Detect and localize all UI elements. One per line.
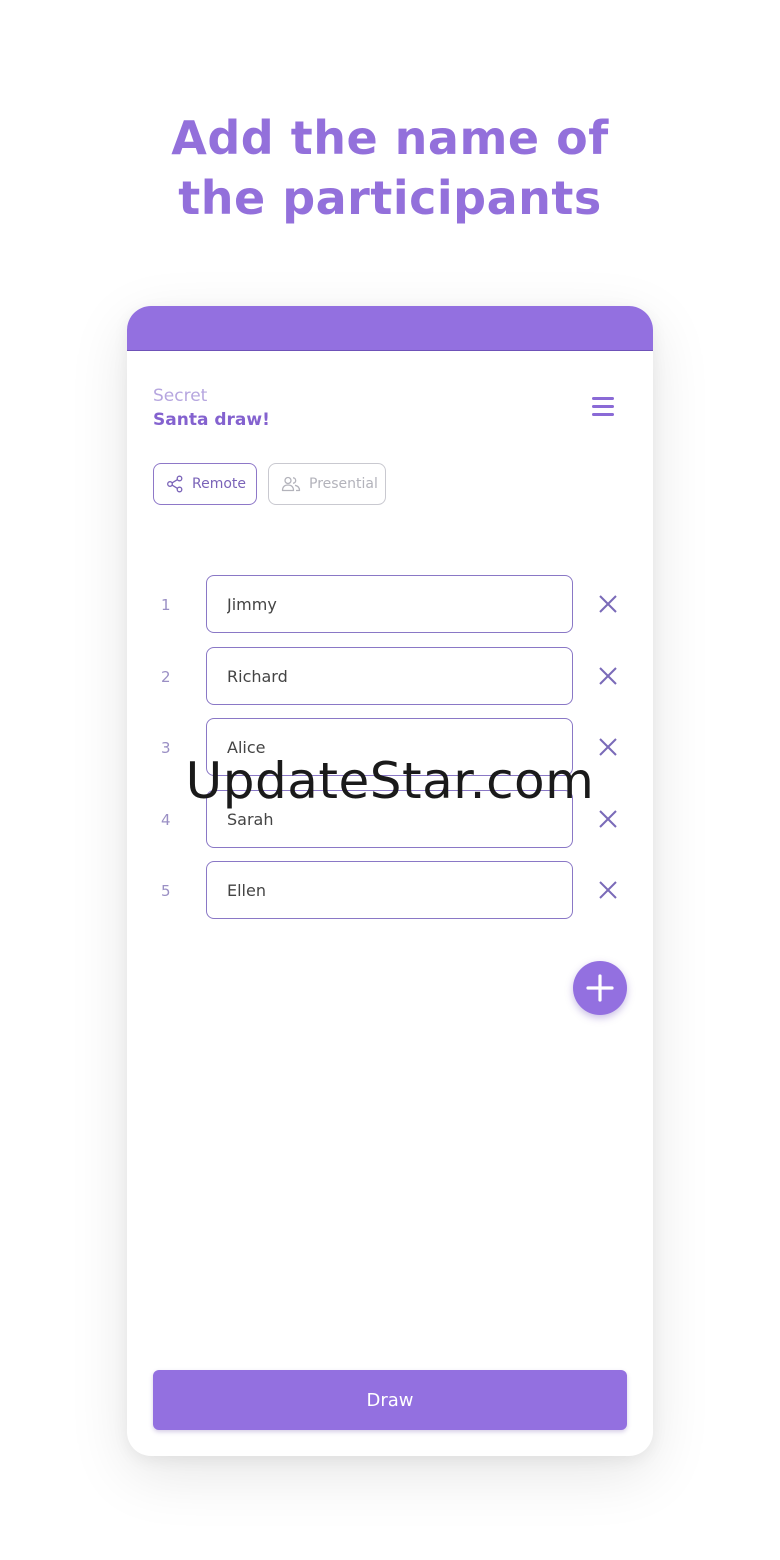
- participant-number: 4: [161, 811, 171, 829]
- add-participant-button[interactable]: [573, 961, 627, 1015]
- phone-screen: Secret Santa draw! Remote Presential 1 J…: [127, 306, 653, 1456]
- participant-name-input[interactable]: [206, 647, 573, 705]
- close-icon: [599, 667, 617, 685]
- participant-name-input[interactable]: [206, 861, 573, 919]
- remove-participant-button[interactable]: [596, 664, 620, 688]
- promo-headline-line-2: the participants: [178, 171, 602, 225]
- plus-icon: [586, 974, 614, 1002]
- app-title: Santa draw!: [153, 410, 270, 430]
- presential-mode-button[interactable]: Presential: [268, 463, 386, 505]
- participant-number: 2: [161, 668, 171, 686]
- promo-headline-line-1: Add the name of: [171, 111, 609, 165]
- participant-name-input[interactable]: [206, 575, 573, 633]
- share-icon: [167, 475, 183, 493]
- close-icon: [599, 881, 617, 899]
- promo-headline: Add the name of the participants: [0, 108, 780, 228]
- draw-button[interactable]: Draw: [153, 1370, 627, 1430]
- remote-mode-label: Remote: [192, 476, 247, 492]
- participant-number: 5: [161, 882, 171, 900]
- close-icon: [599, 595, 617, 613]
- presential-mode-label: Presential: [309, 476, 378, 492]
- participant-number: 1: [161, 596, 171, 614]
- status-bar: [127, 306, 653, 351]
- watermark-text: UpdateStar.com: [185, 752, 595, 810]
- close-icon: [599, 810, 617, 828]
- remove-participant-button[interactable]: [596, 878, 620, 902]
- remote-mode-button[interactable]: Remote: [153, 463, 257, 505]
- app-subtitle: Secret: [153, 386, 208, 406]
- remove-participant-button[interactable]: [596, 807, 620, 831]
- people-icon: [281, 476, 301, 492]
- remove-participant-button[interactable]: [596, 592, 620, 616]
- menu-button[interactable]: [589, 394, 617, 420]
